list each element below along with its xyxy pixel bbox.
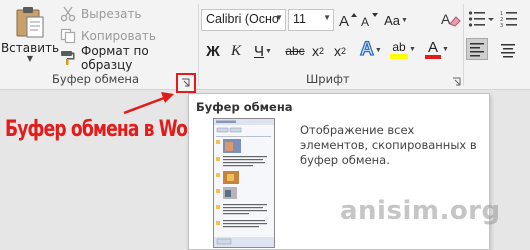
tooltip-title: Буфер обмена [196,100,293,114]
annotation-text: Буфер обмена в Word [5,116,207,142]
clipboard-pane-illustration [214,119,274,247]
clipboard-tooltip: Буфер обмена Отображение всех элементов,… [188,93,490,250]
watermark: anisim.org [340,196,501,226]
clipboard-pane-preview [213,118,275,248]
tooltip-description: Отображение всех элементов, скопированны… [300,123,477,167]
